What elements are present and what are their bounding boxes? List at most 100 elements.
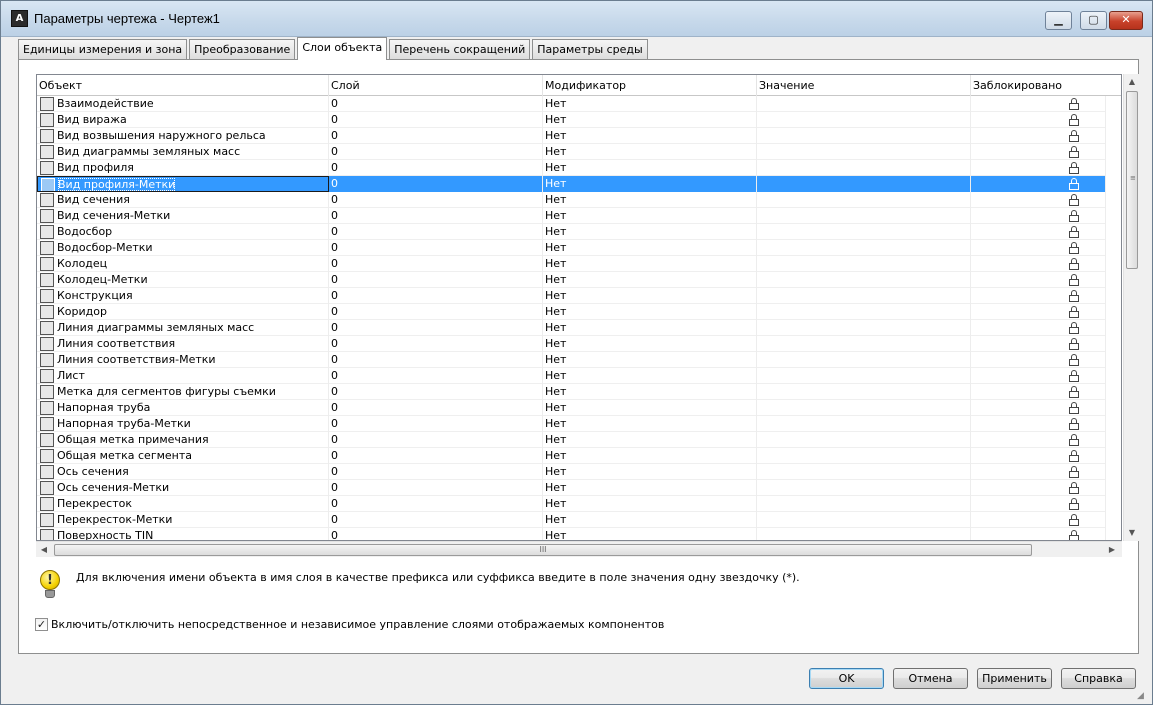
scroll-up-icon[interactable]: ▲ (1124, 74, 1140, 90)
modifier-cell[interactable]: Нет (543, 464, 757, 480)
unlock-icon[interactable] (1069, 450, 1079, 462)
locked-cell[interactable] (971, 96, 1106, 112)
locked-cell[interactable] (971, 304, 1106, 320)
value-cell[interactable] (757, 352, 971, 368)
object-cell[interactable]: Конструкция (37, 288, 329, 304)
value-cell[interactable] (757, 256, 971, 272)
locked-cell[interactable] (971, 176, 1106, 192)
unlock-icon[interactable] (1069, 242, 1079, 254)
locked-cell[interactable] (971, 256, 1106, 272)
value-cell[interactable] (757, 480, 971, 496)
modifier-cell[interactable]: Нет (543, 192, 757, 208)
table-row[interactable]: Вид возвышения наружного рельса 0 Нет (37, 128, 1106, 144)
locked-cell[interactable] (971, 144, 1106, 160)
locked-cell[interactable] (971, 448, 1106, 464)
tab-5[interactable]: Параметры среды (532, 39, 648, 60)
unlock-icon[interactable] (1069, 354, 1079, 366)
unlock-icon[interactable] (1069, 386, 1079, 398)
table-row[interactable]: Колодец-Метки 0 Нет (37, 272, 1106, 288)
table-row[interactable]: Ось сечения 0 Нет (37, 464, 1106, 480)
table-row[interactable]: Вид профиля 0 Нет (37, 160, 1106, 176)
table-row[interactable]: Перекресток 0 Нет (37, 496, 1106, 512)
cancel-button[interactable]: Отмена (893, 668, 968, 689)
table-row[interactable]: Водосбор-Метки 0 Нет (37, 240, 1106, 256)
object-cell[interactable]: Ось сечения (37, 464, 329, 480)
locked-cell[interactable] (971, 496, 1106, 512)
object-cell[interactable]: Линия диаграммы земляных масс (37, 320, 329, 336)
modifier-cell[interactable]: Нет (543, 496, 757, 512)
table-row[interactable]: Вид сечения-Метки 0 Нет (37, 208, 1106, 224)
layer-cell[interactable]: 0 (329, 352, 543, 368)
value-cell[interactable] (757, 368, 971, 384)
object-cell[interactable]: Вид профиля (37, 160, 329, 176)
layer-cell[interactable]: 0 (329, 320, 543, 336)
header-value[interactable]: Значение (757, 75, 971, 96)
table-row[interactable]: Общая метка сегмента 0 Нет (37, 448, 1106, 464)
locked-cell[interactable] (971, 224, 1106, 240)
layer-cell[interactable]: 0 (329, 176, 543, 192)
modifier-cell[interactable]: Нет (543, 144, 757, 160)
modifier-cell[interactable]: Нет (543, 240, 757, 256)
object-cell[interactable]: Поверхность TIN (37, 528, 329, 540)
layer-cell[interactable]: 0 (329, 368, 543, 384)
object-cell[interactable]: Вид возвышения наружного рельса (37, 128, 329, 144)
header-object[interactable]: Объект (37, 75, 329, 96)
layer-cell[interactable]: 0 (329, 384, 543, 400)
modifier-cell[interactable]: Нет (543, 336, 757, 352)
modifier-cell[interactable]: Нет (543, 272, 757, 288)
locked-cell[interactable] (971, 432, 1106, 448)
locked-cell[interactable] (971, 336, 1106, 352)
modifier-cell[interactable]: Нет (543, 432, 757, 448)
unlock-icon[interactable] (1069, 274, 1079, 286)
locked-cell[interactable] (971, 320, 1106, 336)
locked-cell[interactable] (971, 160, 1106, 176)
layer-cell[interactable]: 0 (329, 96, 543, 112)
component-layer-control-checkbox[interactable]: ✓ (35, 618, 48, 631)
help-button[interactable]: Справка (1061, 668, 1136, 689)
value-cell[interactable] (757, 112, 971, 128)
unlock-icon[interactable] (1069, 146, 1079, 158)
table-row[interactable]: Вид виража 0 Нет (37, 112, 1106, 128)
layer-cell[interactable]: 0 (329, 336, 543, 352)
unlock-icon[interactable] (1069, 258, 1079, 270)
ok-button[interactable]: OK (809, 668, 884, 689)
value-cell[interactable] (757, 464, 971, 480)
locked-cell[interactable] (971, 400, 1106, 416)
unlock-icon[interactable] (1069, 194, 1079, 206)
modifier-cell[interactable]: Нет (543, 256, 757, 272)
layer-cell[interactable]: 0 (329, 416, 543, 432)
modifier-cell[interactable]: Нет (543, 368, 757, 384)
value-cell[interactable] (757, 192, 971, 208)
value-cell[interactable] (757, 400, 971, 416)
value-cell[interactable] (757, 224, 971, 240)
object-cell[interactable]: Вид сечения (37, 192, 329, 208)
table-row[interactable]: Метка для сегментов фигуры съемки 0 Нет (37, 384, 1106, 400)
checkbox-label[interactable]: Включить/отключить непосредственное и не… (51, 618, 664, 631)
locked-cell[interactable] (971, 272, 1106, 288)
header-locked[interactable]: Заблокировано (971, 75, 1121, 96)
object-cell[interactable]: Водосбор (37, 224, 329, 240)
maximize-button[interactable]: ▢ (1080, 11, 1107, 30)
layer-cell[interactable]: 0 (329, 288, 543, 304)
table-row[interactable]: Вид диаграммы земляных масс 0 Нет (37, 144, 1106, 160)
table-row[interactable]: Линия диаграммы земляных масс 0 Нет (37, 320, 1106, 336)
modifier-cell[interactable]: Нет (543, 288, 757, 304)
header-layer[interactable]: Слой (329, 75, 543, 96)
table-row[interactable]: Общая метка примечания 0 Нет (37, 432, 1106, 448)
value-cell[interactable] (757, 240, 971, 256)
object-cell[interactable]: Напорная труба-Метки (37, 416, 329, 432)
locked-cell[interactable] (971, 288, 1106, 304)
object-cell[interactable]: Линия соответствия (37, 336, 329, 352)
tab-1[interactable]: Единицы измерения и зона (18, 39, 188, 60)
object-cell[interactable]: Колодец (37, 256, 329, 272)
unlock-icon[interactable] (1069, 370, 1079, 382)
unlock-icon[interactable] (1069, 114, 1079, 126)
value-cell[interactable] (757, 288, 971, 304)
minimize-button[interactable]: ▁ (1045, 11, 1072, 30)
value-cell[interactable] (757, 512, 971, 528)
layer-cell[interactable]: 0 (329, 128, 543, 144)
object-cell[interactable]: Вид сечения-Метки (37, 208, 329, 224)
object-cell[interactable]: Общая метка примечания (37, 432, 329, 448)
layer-cell[interactable]: 0 (329, 208, 543, 224)
unlock-icon[interactable] (1069, 210, 1079, 222)
